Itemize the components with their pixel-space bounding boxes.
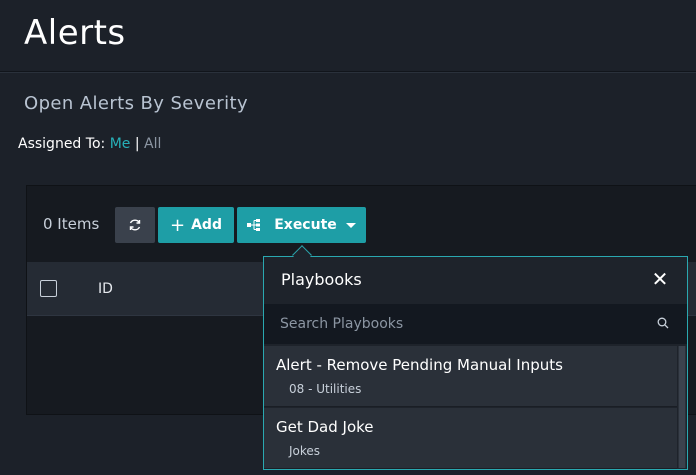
top-bar: Alerts	[0, 0, 696, 72]
chevron-down-icon	[345, 222, 356, 228]
playbooks-scrollbar[interactable]	[678, 346, 686, 468]
playbook-name: Alert - Remove Pending Manual Inputs	[276, 356, 563, 374]
assigned-separator: |	[134, 136, 140, 152]
page: Alerts Open Alerts By Severity Assigned …	[0, 0, 696, 475]
playbook-category: Jokes	[289, 444, 321, 458]
add-button[interactable]: + Add	[158, 207, 234, 243]
playbook-name: Get Dad Joke	[276, 418, 374, 436]
playbook-icon	[247, 219, 261, 231]
playbook-item[interactable]: Get Dad Joke Jokes	[264, 408, 677, 469]
plus-icon: +	[170, 214, 186, 236]
playbooks-title: Playbooks	[281, 270, 362, 289]
column-header-id[interactable]: ID	[98, 281, 113, 297]
items-count: 0 Items	[43, 215, 100, 233]
assigned-to-filter: Assigned To: Me | All	[18, 136, 161, 152]
playbook-item[interactable]: Alert - Remove Pending Manual Inputs 08 …	[264, 346, 677, 407]
assigned-to-label: Assigned To:	[18, 136, 106, 152]
scrollbar-thumb[interactable]	[679, 346, 685, 468]
playbooks-search-input[interactable]	[264, 304, 687, 344]
execute-button-label: Execute	[274, 217, 337, 233]
assigned-all-link[interactable]: All	[144, 136, 161, 152]
refresh-button[interactable]	[115, 207, 155, 243]
close-icon[interactable]: ✕	[650, 269, 670, 289]
execute-button[interactable]: Execute	[237, 207, 366, 243]
refresh-icon	[129, 219, 141, 231]
assigned-me-link[interactable]: Me	[110, 136, 131, 152]
select-all-checkbox[interactable]	[40, 280, 57, 297]
playbook-category: 08 - Utilities	[289, 382, 362, 396]
section-title: Open Alerts By Severity	[24, 93, 249, 114]
search-icon	[657, 317, 669, 329]
table-header-edge	[688, 283, 696, 295]
add-button-label: Add	[191, 217, 222, 233]
page-title: Alerts	[24, 13, 126, 53]
